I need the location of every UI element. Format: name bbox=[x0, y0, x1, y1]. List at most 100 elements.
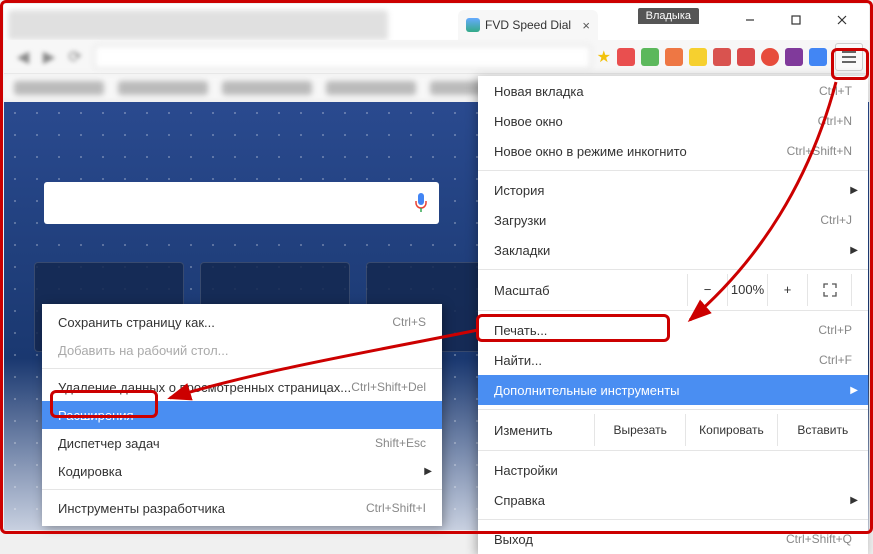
submenu-arrow-icon: ▶ bbox=[424, 466, 432, 477]
submenu-encoding[interactable]: Кодировка ▶ bbox=[42, 457, 442, 485]
menu-downloads[interactable]: Загрузки Ctrl+J bbox=[478, 205, 868, 235]
menu-label: Справка bbox=[494, 493, 545, 508]
fullscreen-button[interactable] bbox=[808, 274, 852, 306]
menu-shortcut: Ctrl+Shift+Q bbox=[786, 532, 852, 546]
user-badge[interactable]: Владыка bbox=[638, 8, 699, 24]
window-controls bbox=[727, 8, 865, 32]
menu-print[interactable]: Печать... Ctrl+P bbox=[478, 315, 868, 345]
submenu-arrow-icon: ▶ bbox=[850, 185, 858, 196]
menu-separator bbox=[478, 450, 868, 451]
menu-label: Новое окно в режиме инкогнито bbox=[494, 144, 687, 159]
menu-incognito[interactable]: Новое окно в режиме инкогнито Ctrl+Shift+… bbox=[478, 136, 868, 166]
close-window-button[interactable] bbox=[819, 8, 865, 32]
extension-icon[interactable] bbox=[641, 48, 659, 66]
menu-label: Сохранить страницу как... bbox=[58, 315, 215, 330]
menu-help[interactable]: Справка ▶ bbox=[478, 485, 868, 515]
zoom-out-button[interactable]: − bbox=[688, 274, 728, 306]
submenu-extensions[interactable]: Расширения bbox=[42, 401, 442, 429]
extension-icon[interactable] bbox=[737, 48, 755, 66]
cut-button[interactable]: Вырезать bbox=[594, 414, 685, 446]
menu-edit: Изменить Вырезать Копировать Вставить bbox=[478, 414, 868, 446]
submenu-arrow-icon: ▶ bbox=[850, 385, 858, 396]
submenu-arrow-icon: ▶ bbox=[850, 245, 858, 256]
submenu-task-manager[interactable]: Диспетчер задачShift+Esc bbox=[42, 429, 442, 457]
voice-search-icon[interactable] bbox=[413, 192, 429, 214]
minimize-button[interactable] bbox=[727, 8, 773, 32]
active-tab[interactable]: FVD Speed Dial × bbox=[458, 10, 598, 40]
forward-button[interactable]: ▶ bbox=[36, 44, 62, 70]
submenu-save-as[interactable]: Сохранить страницу как... Ctrl+S bbox=[42, 308, 442, 336]
menu-label: Расширения bbox=[58, 408, 134, 423]
maximize-button[interactable] bbox=[773, 8, 819, 32]
menu-shortcut: Ctrl+F bbox=[819, 353, 852, 367]
menu-separator bbox=[42, 368, 442, 369]
extension-icon[interactable] bbox=[665, 48, 683, 66]
menu-label: Изменить bbox=[494, 423, 594, 438]
menu-label: Новое окно bbox=[494, 114, 563, 129]
menu-shortcut: Ctrl+P bbox=[818, 323, 852, 337]
paste-button[interactable]: Вставить bbox=[777, 414, 868, 446]
menu-shortcut: Shift+Esc bbox=[375, 436, 426, 450]
menu-shortcut: Ctrl+Shift+I bbox=[366, 501, 426, 515]
menu-label: История bbox=[494, 183, 544, 198]
main-menu-button[interactable] bbox=[835, 43, 863, 71]
tab-favicon bbox=[466, 18, 480, 32]
menu-new-tab[interactable]: Новая вкладка Ctrl+T bbox=[478, 76, 868, 106]
search-bar[interactable] bbox=[44, 182, 439, 224]
menu-separator bbox=[478, 519, 868, 520]
extension-icons: ★ bbox=[597, 47, 831, 67]
menu-label: Загрузки bbox=[494, 213, 546, 228]
extension-icon[interactable] bbox=[785, 48, 803, 66]
menu-label: Настройки bbox=[494, 463, 558, 478]
inactive-tab-blurred[interactable] bbox=[8, 10, 388, 40]
menu-history[interactable]: История ▶ bbox=[478, 175, 868, 205]
menu-label: Кодировка bbox=[58, 464, 122, 479]
copy-button[interactable]: Копировать bbox=[685, 414, 776, 446]
extension-icon[interactable] bbox=[761, 48, 779, 66]
zoom-value: 100% bbox=[728, 274, 768, 306]
menu-shortcut: Ctrl+Shift+N bbox=[787, 144, 852, 158]
menu-label: Закладки bbox=[494, 243, 550, 258]
menu-find[interactable]: Найти... Ctrl+F bbox=[478, 345, 868, 375]
menu-more-tools[interactable]: Дополнительные инструменты ▶ bbox=[478, 375, 868, 405]
back-button[interactable]: ◀ bbox=[10, 44, 36, 70]
menu-bookmarks[interactable]: Закладки ▶ bbox=[478, 235, 868, 265]
menu-separator bbox=[478, 170, 868, 171]
menu-shortcut: Ctrl+T bbox=[819, 84, 852, 98]
menu-new-window[interactable]: Новое окно Ctrl+N bbox=[478, 106, 868, 136]
titlebar: FVD Speed Dial × Владыка bbox=[4, 4, 869, 40]
menu-settings[interactable]: Настройки bbox=[478, 455, 868, 485]
menu-label: Добавить на рабочий стол... bbox=[58, 343, 229, 358]
extension-icon[interactable] bbox=[617, 48, 635, 66]
menu-shortcut: Ctrl+Shift+Del bbox=[351, 380, 426, 394]
menu-separator bbox=[42, 489, 442, 490]
menu-separator bbox=[478, 269, 868, 270]
menu-shortcut: Ctrl+J bbox=[820, 213, 852, 227]
menu-label: Удаление данных о просмотренных страница… bbox=[58, 380, 351, 395]
menu-label: Печать... bbox=[494, 323, 547, 338]
main-menu: Новая вкладка Ctrl+T Новое окно Ctrl+N Нов… bbox=[478, 76, 868, 554]
extension-icon[interactable] bbox=[809, 48, 827, 66]
close-tab-icon[interactable]: × bbox=[582, 18, 590, 33]
extension-icon[interactable] bbox=[689, 48, 707, 66]
menu-separator bbox=[478, 409, 868, 410]
menu-shortcut: Ctrl+N bbox=[818, 114, 852, 128]
reload-button[interactable]: ⟳ bbox=[62, 44, 88, 70]
address-bar[interactable] bbox=[94, 45, 591, 69]
menu-shortcut: Ctrl+S bbox=[392, 315, 426, 329]
menu-zoom: Масштаб − 100% + bbox=[478, 274, 868, 306]
extension-icon[interactable] bbox=[713, 48, 731, 66]
bookmark-star-icon[interactable]: ★ bbox=[597, 47, 611, 67]
submenu-clear-browsing-data[interactable]: Удаление данных о просмотренных страница… bbox=[42, 373, 442, 401]
submenu-dev-tools[interactable]: Инструменты разработчика Ctrl+Shift+I bbox=[42, 494, 442, 522]
menu-label: Новая вкладка bbox=[494, 84, 584, 99]
tab-title: FVD Speed Dial bbox=[485, 18, 571, 32]
zoom-in-button[interactable]: + bbox=[768, 274, 808, 306]
menu-label: Инструменты разработчика bbox=[58, 501, 225, 516]
toolbar: ◀ ▶ ⟳ ★ bbox=[4, 40, 869, 74]
submenu-arrow-icon: ▶ bbox=[850, 495, 858, 506]
menu-label: Найти... bbox=[494, 353, 542, 368]
submenu-add-to-desktop: Добавить на рабочий стол... bbox=[42, 336, 442, 364]
menu-label: Дополнительные инструменты bbox=[494, 383, 680, 398]
menu-exit[interactable]: ВыходCtrl+Shift+Q bbox=[478, 524, 868, 554]
